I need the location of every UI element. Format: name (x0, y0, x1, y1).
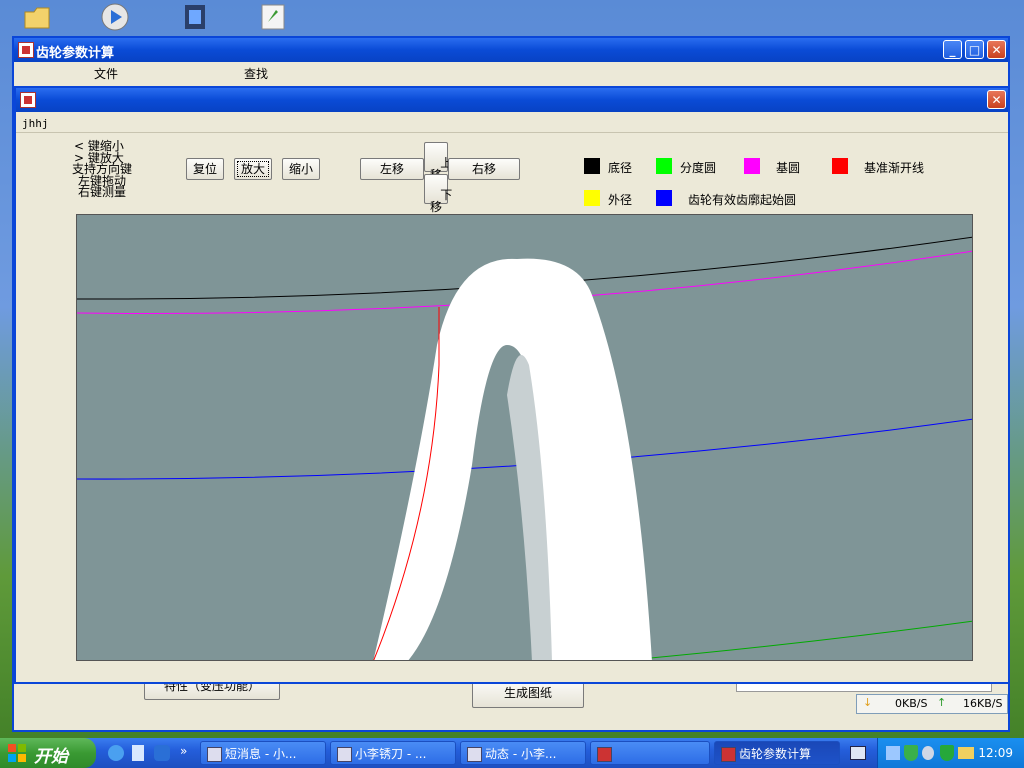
quicklaunch-more-icon[interactable]: » (180, 744, 187, 758)
security-shield-icon[interactable] (904, 745, 918, 761)
zoom-out-button[interactable]: 缩小 (282, 158, 320, 180)
task-xiaoli-knife[interactable]: 小李锈刀 - ... (330, 741, 456, 765)
gear-plot-svg (77, 236, 972, 660)
reset-button[interactable]: 复位 (186, 158, 224, 180)
child-close-button[interactable]: ✕ (987, 90, 1006, 109)
main-window-title: 齿轮参数计算 (36, 46, 115, 61)
messenger-quicklaunch-icon[interactable] (132, 745, 144, 761)
network-tray-icon[interactable] (886, 746, 900, 760)
main-title-bar[interactable]: 齿轮参数计算 _ □ ✕ (14, 38, 1008, 62)
menu-file[interactable]: 文件 (94, 65, 118, 82)
move-left-button[interactable]: 左移 (360, 158, 424, 180)
gear-task-icon (597, 747, 612, 762)
net-speed-panel: ↓ 0KB/S ↑ 16KB/S (856, 694, 1008, 714)
task-sms[interactable]: 短消息 - 小... (200, 741, 326, 765)
legend-pitch-label: 分度圆 (680, 161, 717, 175)
taskbar: 开始 » 短消息 - 小... 小李锈刀 - ... 动态 - 小李... 齿轮… (0, 738, 1024, 768)
volume-icon[interactable] (922, 746, 934, 760)
task-gear-child[interactable] (590, 741, 710, 765)
legend-root-swatch (584, 158, 600, 174)
pitch-circle-curve (623, 620, 972, 660)
zoom-in-button[interactable]: 放大 (234, 158, 272, 180)
browser-quicklaunch-icon[interactable] (154, 745, 170, 761)
browser-task-icon (467, 747, 482, 762)
task-dynamic[interactable]: 动态 - 小李... (460, 741, 586, 765)
child-status-bar: jhhj (16, 114, 1008, 133)
media-player-icon[interactable] (100, 2, 130, 32)
legend-involute-swatch (832, 158, 848, 174)
legend-outer-label: 外径 (608, 193, 633, 207)
app-shortcut-icon[interactable] (258, 2, 288, 32)
gear-app-icon (18, 42, 34, 58)
upload-arrow-icon: ↑ (937, 696, 947, 709)
legend-effective-swatch (656, 190, 672, 206)
gear-app-icon (20, 92, 36, 108)
maximize-button[interactable]: □ (965, 40, 984, 59)
gear-plot-canvas[interactable] (76, 214, 973, 661)
legend-pitch-swatch (656, 158, 672, 174)
close-button[interactable]: ✕ (987, 40, 1006, 59)
ie-quicklaunch-icon[interactable] (108, 745, 124, 761)
minimize-button[interactable]: _ (943, 40, 962, 59)
legend-root-label: 底径 (608, 161, 633, 175)
legend-involute-label: 基准渐开线 (864, 161, 925, 175)
keyboard-icon[interactable] (850, 746, 866, 760)
move-right-button[interactable]: 右移 (448, 158, 520, 180)
folder-icon[interactable] (22, 2, 52, 32)
shield-plus-icon[interactable] (940, 745, 954, 761)
clock[interactable]: 12:09 (978, 746, 1013, 760)
help-right-measure: 右键测量 (78, 185, 127, 199)
browser-task-icon (337, 747, 352, 762)
legend-outer-swatch (584, 190, 600, 206)
start-label: 开始 (34, 747, 68, 767)
legend-base-label: 基圆 (776, 161, 801, 175)
status-label: jhhj (22, 117, 49, 130)
system-tray: 12:09 (877, 738, 1024, 768)
legend-effective-label: 齿轮有效齿廓起始圆 (688, 193, 797, 207)
windows-logo-icon (8, 744, 26, 762)
upload-speed: 16KB/S (963, 697, 1003, 710)
gear-tooth-profile (373, 258, 652, 660)
download-arrow-icon: ↓ (863, 696, 873, 709)
move-down-button[interactable]: 下 移 (424, 174, 452, 213)
child-title-bar[interactable]: ✕ (16, 88, 1008, 112)
menu-bar: 文件 查找 (14, 62, 1008, 82)
video-icon[interactable] (180, 2, 210, 32)
start-button[interactable]: 开始 (0, 738, 96, 768)
browser-task-icon (207, 747, 222, 762)
gear-task-icon (721, 747, 736, 762)
move-up-button[interactable]: 上 移 (424, 142, 452, 181)
download-speed: 0KB/S (895, 697, 928, 710)
tray-app-icon[interactable] (958, 747, 974, 759)
legend-base-swatch (744, 158, 760, 174)
task-gear-calc[interactable]: 齿轮参数计算 (714, 741, 840, 765)
menu-find[interactable]: 查找 (244, 65, 268, 82)
